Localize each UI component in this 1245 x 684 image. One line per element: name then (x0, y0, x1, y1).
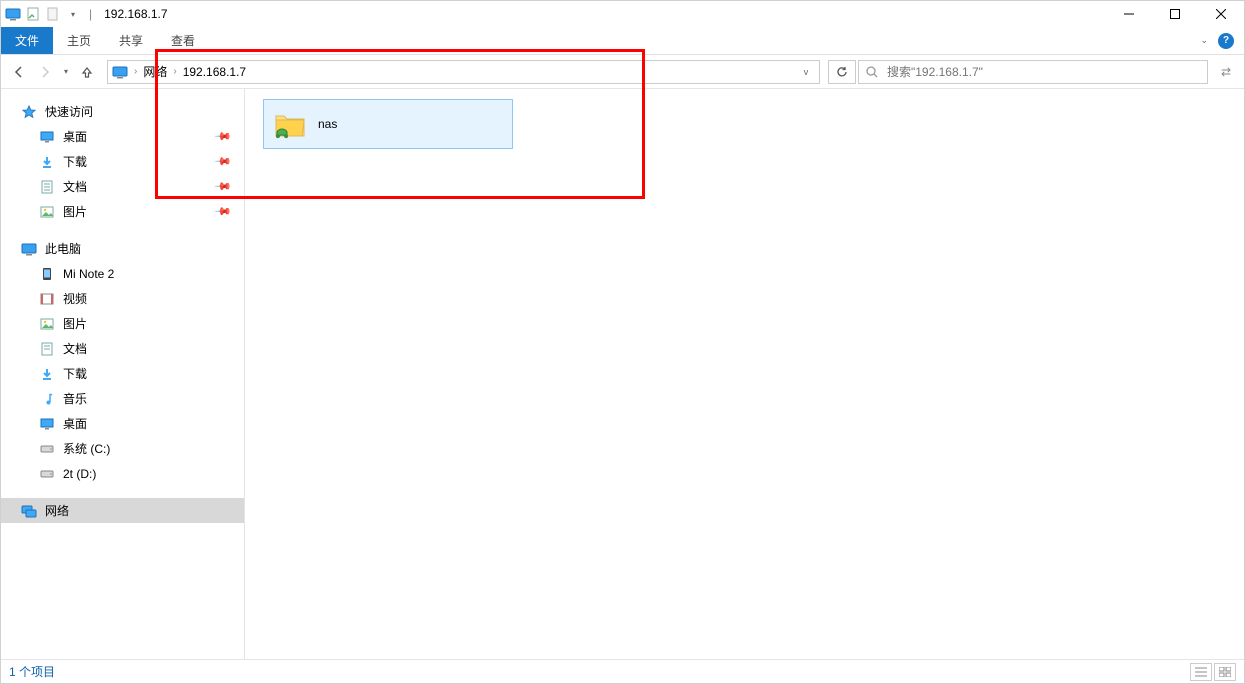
search-box[interactable] (858, 60, 1208, 84)
desktop-icon (39, 129, 55, 145)
nav-tree: 快速访问 桌面 📌 下载 📌 文档 📌 图片 📌 (1, 89, 245, 659)
nav-up-button[interactable] (75, 60, 99, 84)
tree-label: 快速访问 (45, 103, 93, 120)
address-bar[interactable]: › 网络 › 192.168.1.7 v (107, 60, 820, 84)
nav-back-button[interactable] (7, 60, 31, 84)
pin-icon: 📌 (214, 127, 233, 146)
tree-label: 下载 (63, 153, 87, 170)
ribbon-expand-icon[interactable]: ⌄ (1200, 35, 1208, 46)
pin-icon: 📌 (214, 202, 233, 221)
breadcrumb-sep-icon: › (173, 66, 176, 77)
network-share-icon (272, 106, 308, 142)
tree-videos[interactable]: 视频 (1, 286, 244, 311)
pin-icon: 📌 (214, 177, 233, 196)
close-button[interactable] (1198, 1, 1244, 27)
tree-label: 系统 (C:) (63, 440, 110, 457)
pictures-icon (39, 316, 55, 332)
download-icon (39, 366, 55, 382)
star-icon (21, 104, 37, 120)
status-item-count: 1 个项目 (9, 663, 55, 680)
pc-icon (21, 241, 37, 257)
tree-label: 此电脑 (45, 240, 81, 257)
share-item-nas[interactable]: nas (263, 99, 513, 149)
refresh-button[interactable] (828, 60, 856, 84)
tree-documents[interactable]: 文档 📌 (1, 174, 244, 199)
tree-documents-pc[interactable]: 文档 (1, 336, 244, 361)
qat-dropdown-icon[interactable]: ▾ (65, 6, 81, 22)
explorer-app-icon (5, 6, 21, 22)
document-icon (39, 341, 55, 357)
document-icon (39, 179, 55, 195)
tree-label: 音乐 (63, 390, 87, 407)
tree-label: 桌面 (63, 128, 87, 145)
tree-label: 下载 (63, 365, 87, 382)
ribbon-tab-home[interactable]: 主页 (53, 27, 105, 54)
tree-this-pc[interactable]: 此电脑 (1, 236, 244, 261)
tree-label: 桌面 (63, 415, 87, 432)
tree-label: 网络 (45, 502, 69, 519)
minimize-button[interactable] (1106, 1, 1152, 27)
drive-icon (39, 466, 55, 482)
video-icon (39, 291, 55, 307)
tree-network[interactable]: 网络 (1, 498, 244, 523)
download-icon (39, 154, 55, 170)
tree-pictures-pc[interactable]: 图片 (1, 311, 244, 336)
title-separator: | (85, 7, 96, 21)
help-icon[interactable]: ? (1218, 33, 1234, 49)
tree-label: 2t (D:) (63, 467, 96, 481)
address-dropdown-icon[interactable]: v (797, 67, 815, 77)
music-icon (39, 391, 55, 407)
view-icons-button[interactable] (1214, 663, 1236, 681)
tree-desktop[interactable]: 桌面 📌 (1, 124, 244, 149)
ribbon-tab-file[interactable]: 文件 (1, 27, 53, 54)
tree-label: 图片 (63, 203, 87, 220)
tree-quick-access[interactable]: 快速访问 (1, 99, 244, 124)
tree-label: 视频 (63, 290, 87, 307)
maximize-button[interactable] (1152, 1, 1198, 27)
ribbon-tab-share[interactable]: 共享 (105, 27, 157, 54)
tree-label: Mi Note 2 (63, 267, 114, 281)
network-icon (21, 503, 37, 519)
tree-phone[interactable]: Mi Note 2 (1, 261, 244, 286)
qat-properties-icon[interactable] (25, 6, 41, 22)
breadcrumb-sep-icon: › (134, 66, 137, 77)
tree-label: 文档 (63, 340, 87, 357)
share-item-label: nas (318, 117, 337, 131)
desktop-icon (39, 416, 55, 432)
nav-recent-dropdown[interactable]: ▾ (59, 60, 73, 84)
qat-new-folder-icon[interactable] (45, 6, 61, 22)
nav-forward-button[interactable] (33, 60, 57, 84)
pictures-icon (39, 204, 55, 220)
ribbon-tab-view[interactable]: 查看 (157, 27, 209, 54)
search-icon (865, 65, 879, 79)
search-input[interactable] (885, 64, 1201, 80)
breadcrumb-network[interactable]: 网络 (143, 63, 167, 80)
tree-label: 文档 (63, 178, 87, 195)
tree-drive-c[interactable]: 系统 (C:) (1, 436, 244, 461)
tree-downloads-pc[interactable]: 下载 (1, 361, 244, 386)
tree-downloads[interactable]: 下载 📌 (1, 149, 244, 174)
nav-overflow-icon[interactable]: ⇄ (1214, 60, 1238, 84)
breadcrumb-host[interactable]: 192.168.1.7 (183, 65, 246, 79)
tree-pictures[interactable]: 图片 📌 (1, 199, 244, 224)
address-network-icon (112, 64, 128, 80)
phone-icon (39, 266, 55, 282)
tree-label: 图片 (63, 315, 87, 332)
tree-desktop-pc[interactable]: 桌面 (1, 411, 244, 436)
tree-drive-d[interactable]: 2t (D:) (1, 461, 244, 486)
window-title: 192.168.1.7 (100, 7, 167, 21)
content-pane[interactable]: nas (245, 89, 1244, 659)
view-details-button[interactable] (1190, 663, 1212, 681)
tree-music[interactable]: 音乐 (1, 386, 244, 411)
pin-icon: 📌 (214, 152, 233, 171)
drive-icon (39, 441, 55, 457)
